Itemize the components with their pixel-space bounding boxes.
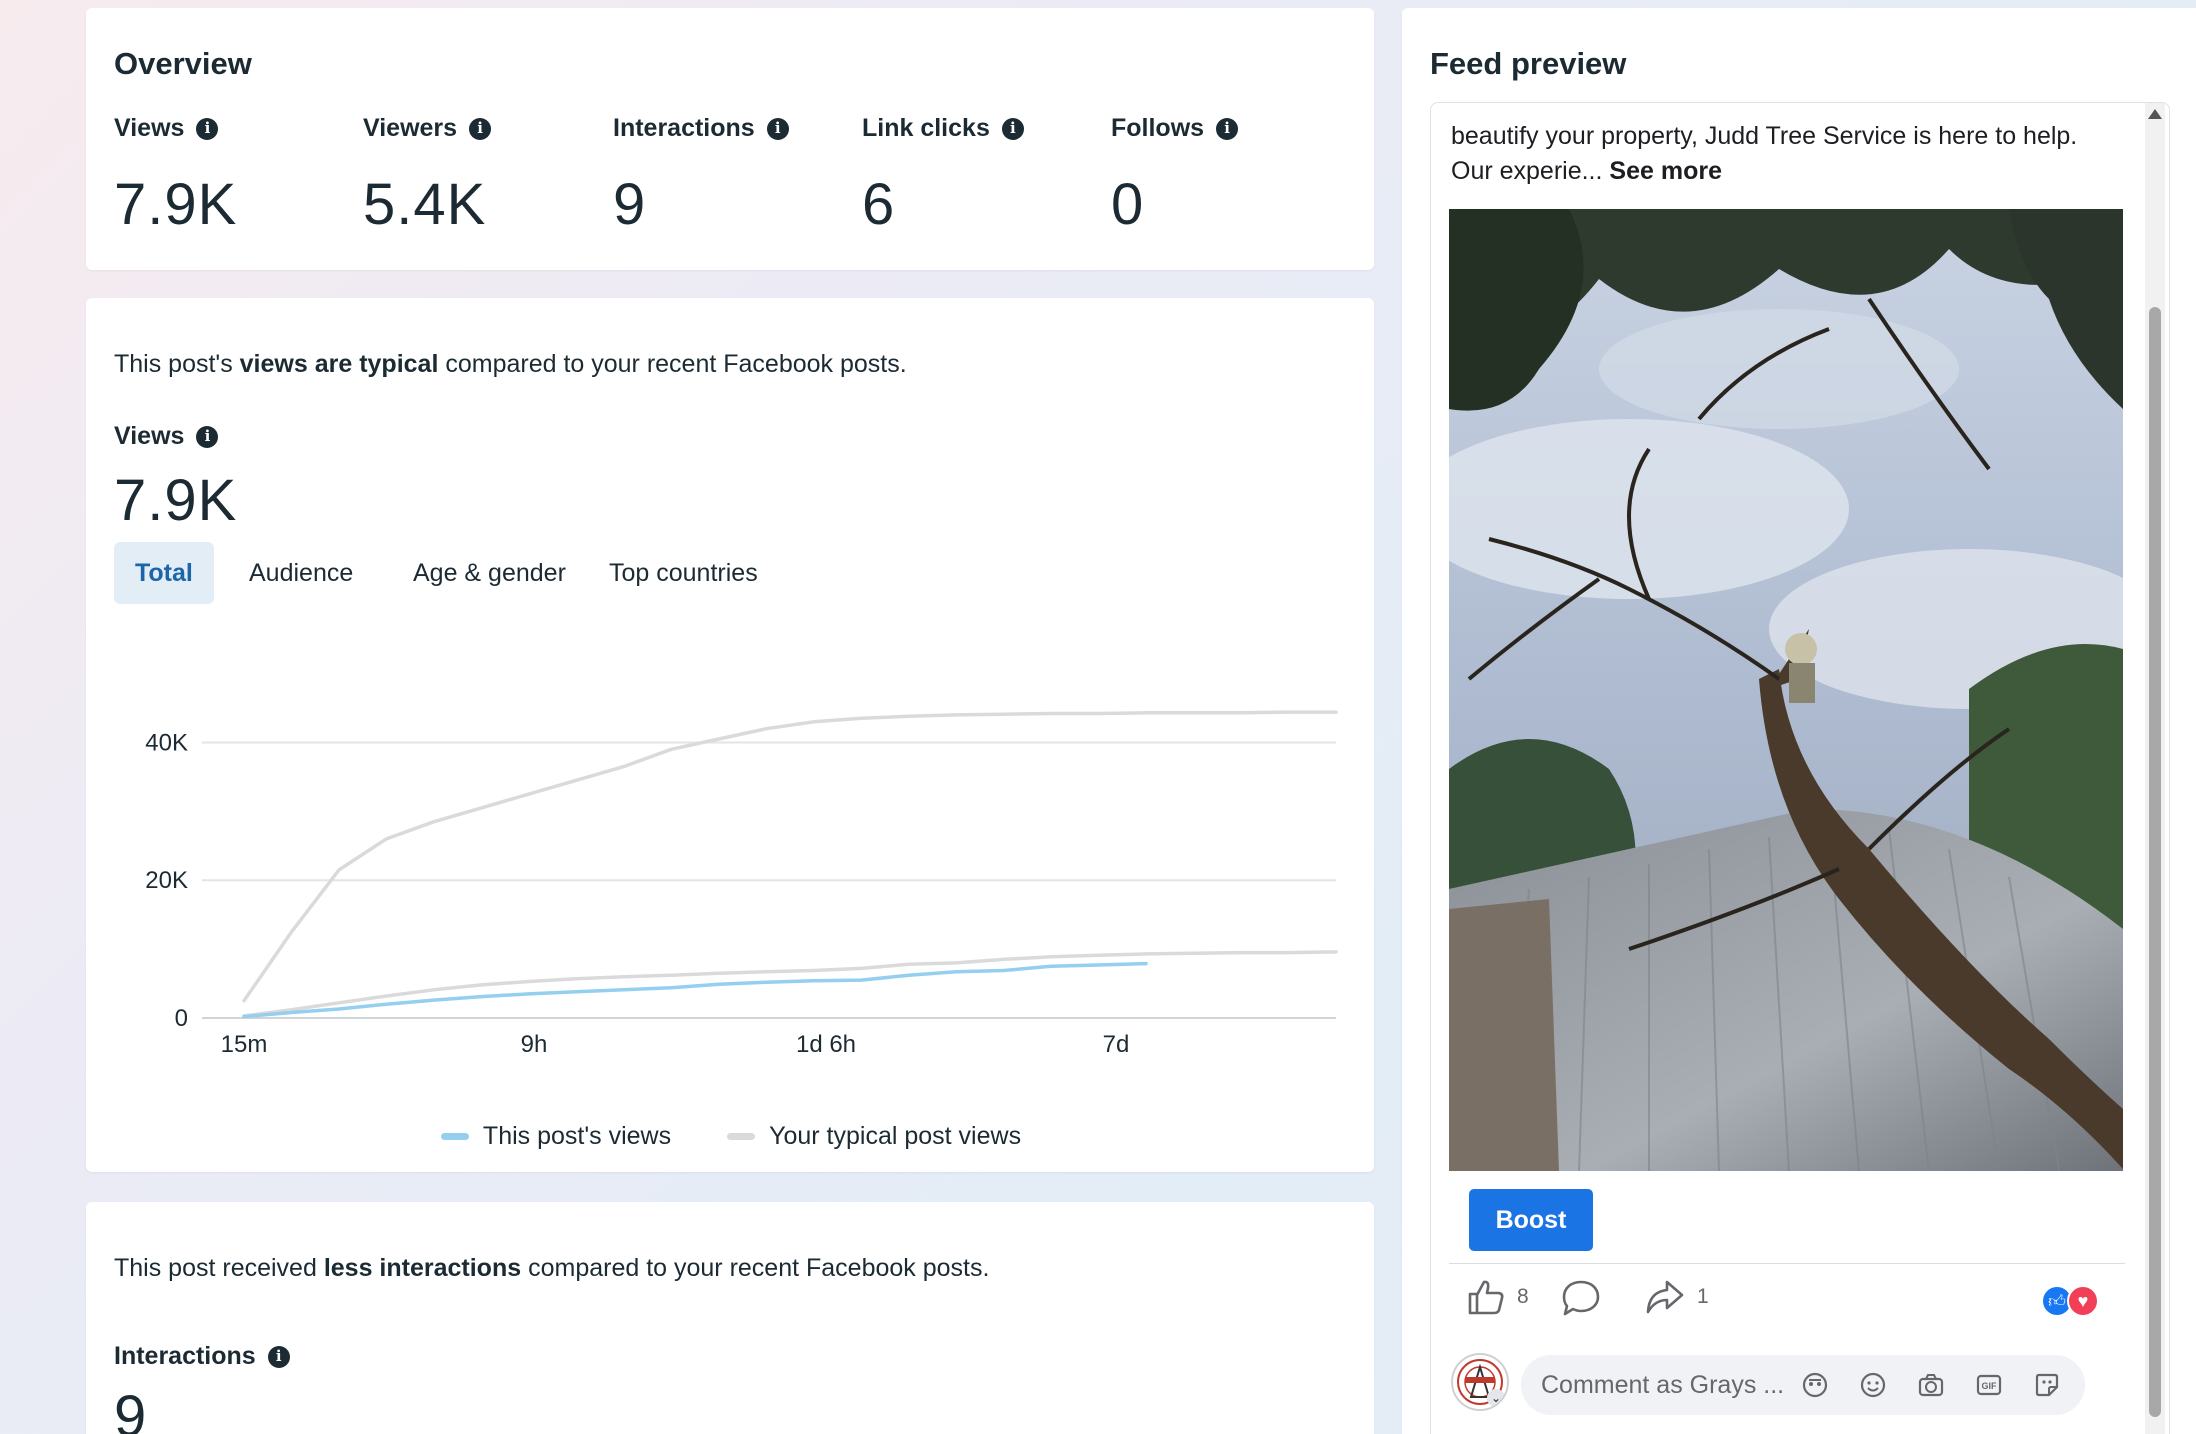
tab-audience[interactable]: Audience (228, 542, 374, 604)
post-body: beautify your property, Judd Tree Servic… (1451, 122, 2078, 185)
sticker-icon[interactable] (2033, 1371, 2061, 1399)
post-preview: beautify your property, Judd Tree Servic… (1430, 102, 2170, 1434)
x-tick-label: 1d 6h (796, 1031, 856, 1058)
x-tick-label: 15m (221, 1031, 268, 1058)
metric-label: Views (114, 114, 185, 142)
emoji-icon[interactable] (1859, 1371, 1887, 1399)
divider (1449, 1263, 2125, 1264)
tab-top-countries[interactable]: Top countries (588, 542, 779, 604)
y-tick-label: 20K (145, 867, 188, 894)
like-action[interactable]: 8 (1467, 1279, 1529, 1315)
tree-photo-image (1449, 209, 2123, 1171)
camera-icon[interactable] (1917, 1371, 1945, 1399)
metric-views: Views i 7.9K (114, 114, 237, 238)
like-count: 8 (1517, 1285, 1529, 1308)
summary-text: compared to your recent Facebook posts. (438, 350, 907, 378)
comment-action[interactable] (1561, 1279, 1601, 1317)
metric-label: Link clicks (862, 114, 990, 142)
metric-value: 5.4K (363, 172, 487, 237)
legend-swatch (727, 1133, 756, 1140)
metric-interactions: Interactions i 9 (613, 114, 789, 238)
feed-preview-card: Feed preview beautify your property, Jud… (1402, 8, 2196, 1434)
views-card: This post's views are typical compared t… (86, 298, 1374, 1172)
metric-value: 7.9K (114, 172, 238, 237)
comment-input[interactable]: Comment as Grays ... GIF (1521, 1355, 2085, 1415)
chevron-down-icon: ⌄ (1487, 1389, 1505, 1407)
legend-item[interactable]: This post's views (440, 1122, 672, 1151)
metric-label: Interactions (114, 1342, 256, 1370)
info-icon[interactable]: i (267, 1345, 290, 1368)
summary-emphasis: views are typical (239, 350, 439, 378)
summary-text: This post's (114, 350, 240, 378)
share-action[interactable]: 1 (1645, 1279, 1709, 1315)
metric-label: Viewers (363, 114, 458, 142)
see-more-link[interactable]: See more (1609, 157, 1722, 185)
feed-preview-title: Feed preview (1430, 46, 1627, 81)
post-text: beautify your property, Judd Tree Servic… (1451, 119, 2091, 189)
info-icon[interactable]: i (196, 117, 219, 140)
summary-emphasis: less interactions (323, 1254, 522, 1282)
y-tick-label: 40K (145, 729, 188, 756)
metric-value: 7.9K (114, 468, 238, 533)
love-reaction-icon: ♥ (2067, 1285, 2099, 1317)
metric-label: Follows (1111, 114, 1205, 142)
metric-follows: Follows i 0 (1111, 114, 1239, 238)
summary-text: compared to your recent Facebook posts. (521, 1254, 990, 1282)
metric-value: 9 (114, 1384, 148, 1434)
series-line-2[interactable] (242, 710, 1338, 1003)
summary-text: This post received (114, 1254, 324, 1282)
info-icon[interactable]: i (469, 117, 492, 140)
metric-value: 6 (862, 172, 896, 237)
tab-age-gender[interactable]: Age & gender (392, 542, 587, 604)
overview-card: Overview Views i 7.9K Viewers i 5.4K Inter… (86, 8, 1374, 270)
legend-label: This post's views (482, 1122, 672, 1150)
interactions-metric: Interactions i 9 (114, 1342, 290, 1434)
metric-value: 0 (1111, 172, 1145, 237)
metric-label: Interactions (613, 114, 755, 142)
interactions-summary: This post received less interactions com… (114, 1254, 989, 1283)
avatar[interactable]: ⌄ (1451, 1353, 1509, 1411)
views-chart: 40K 20K 0 15m 9h 1d 6h 7d (145, 710, 1338, 1058)
series-line-1[interactable] (242, 950, 1338, 1018)
metric-label: Views (114, 422, 185, 450)
x-tick-label: 7d (1103, 1031, 1130, 1058)
gif-icon[interactable]: GIF (1975, 1371, 2003, 1399)
comment-placeholder: Comment as Grays ... (1541, 1370, 1785, 1399)
info-icon[interactable]: i (766, 117, 789, 140)
svg-text:GIF: GIF (1982, 1381, 1998, 1391)
share-count: 1 (1697, 1285, 1709, 1308)
info-icon[interactable]: i (1001, 117, 1024, 140)
tab-total[interactable]: Total (114, 542, 214, 604)
info-icon[interactable]: i (196, 425, 219, 448)
series-line-0[interactable] (242, 961, 1148, 1019)
share-icon (1646, 1280, 1684, 1314)
scroll-thumb[interactable] (2149, 307, 2161, 1417)
boost-button[interactable]: Boost (1469, 1189, 1593, 1251)
scroll-up-icon[interactable] (2148, 109, 2162, 119)
avatar-icon[interactable] (1801, 1371, 1829, 1399)
post-photo[interactable] (1449, 209, 2123, 1171)
legend-swatch (440, 1133, 469, 1140)
y-tick-label: 0 (175, 1005, 188, 1032)
chart-legend: This post's views Your typical post view… (86, 1122, 1376, 1151)
views-metric: Views i 7.9K (114, 422, 237, 534)
metric-value: 9 (613, 172, 647, 237)
overview-title: Overview (114, 46, 252, 81)
legend-label: Your typical post views (769, 1122, 1022, 1150)
scrollbar[interactable] (2145, 103, 2165, 1434)
interactions-card: This post received less interactions com… (86, 1202, 1374, 1434)
like-icon (1468, 1280, 1504, 1315)
x-tick-label: 9h (521, 1031, 548, 1058)
views-summary: This post's views are typical compared t… (114, 350, 907, 379)
metric-link-clicks: Link clicks i 6 (862, 114, 1024, 238)
info-icon[interactable]: i (1216, 117, 1239, 140)
reactions-summary[interactable]: 👍︎ ♥ (2041, 1283, 2105, 1319)
metric-viewers: Viewers i 5.4K (363, 114, 492, 238)
comment-icon (1562, 1280, 1600, 1316)
legend-item[interactable]: Your typical post views (727, 1122, 1021, 1151)
